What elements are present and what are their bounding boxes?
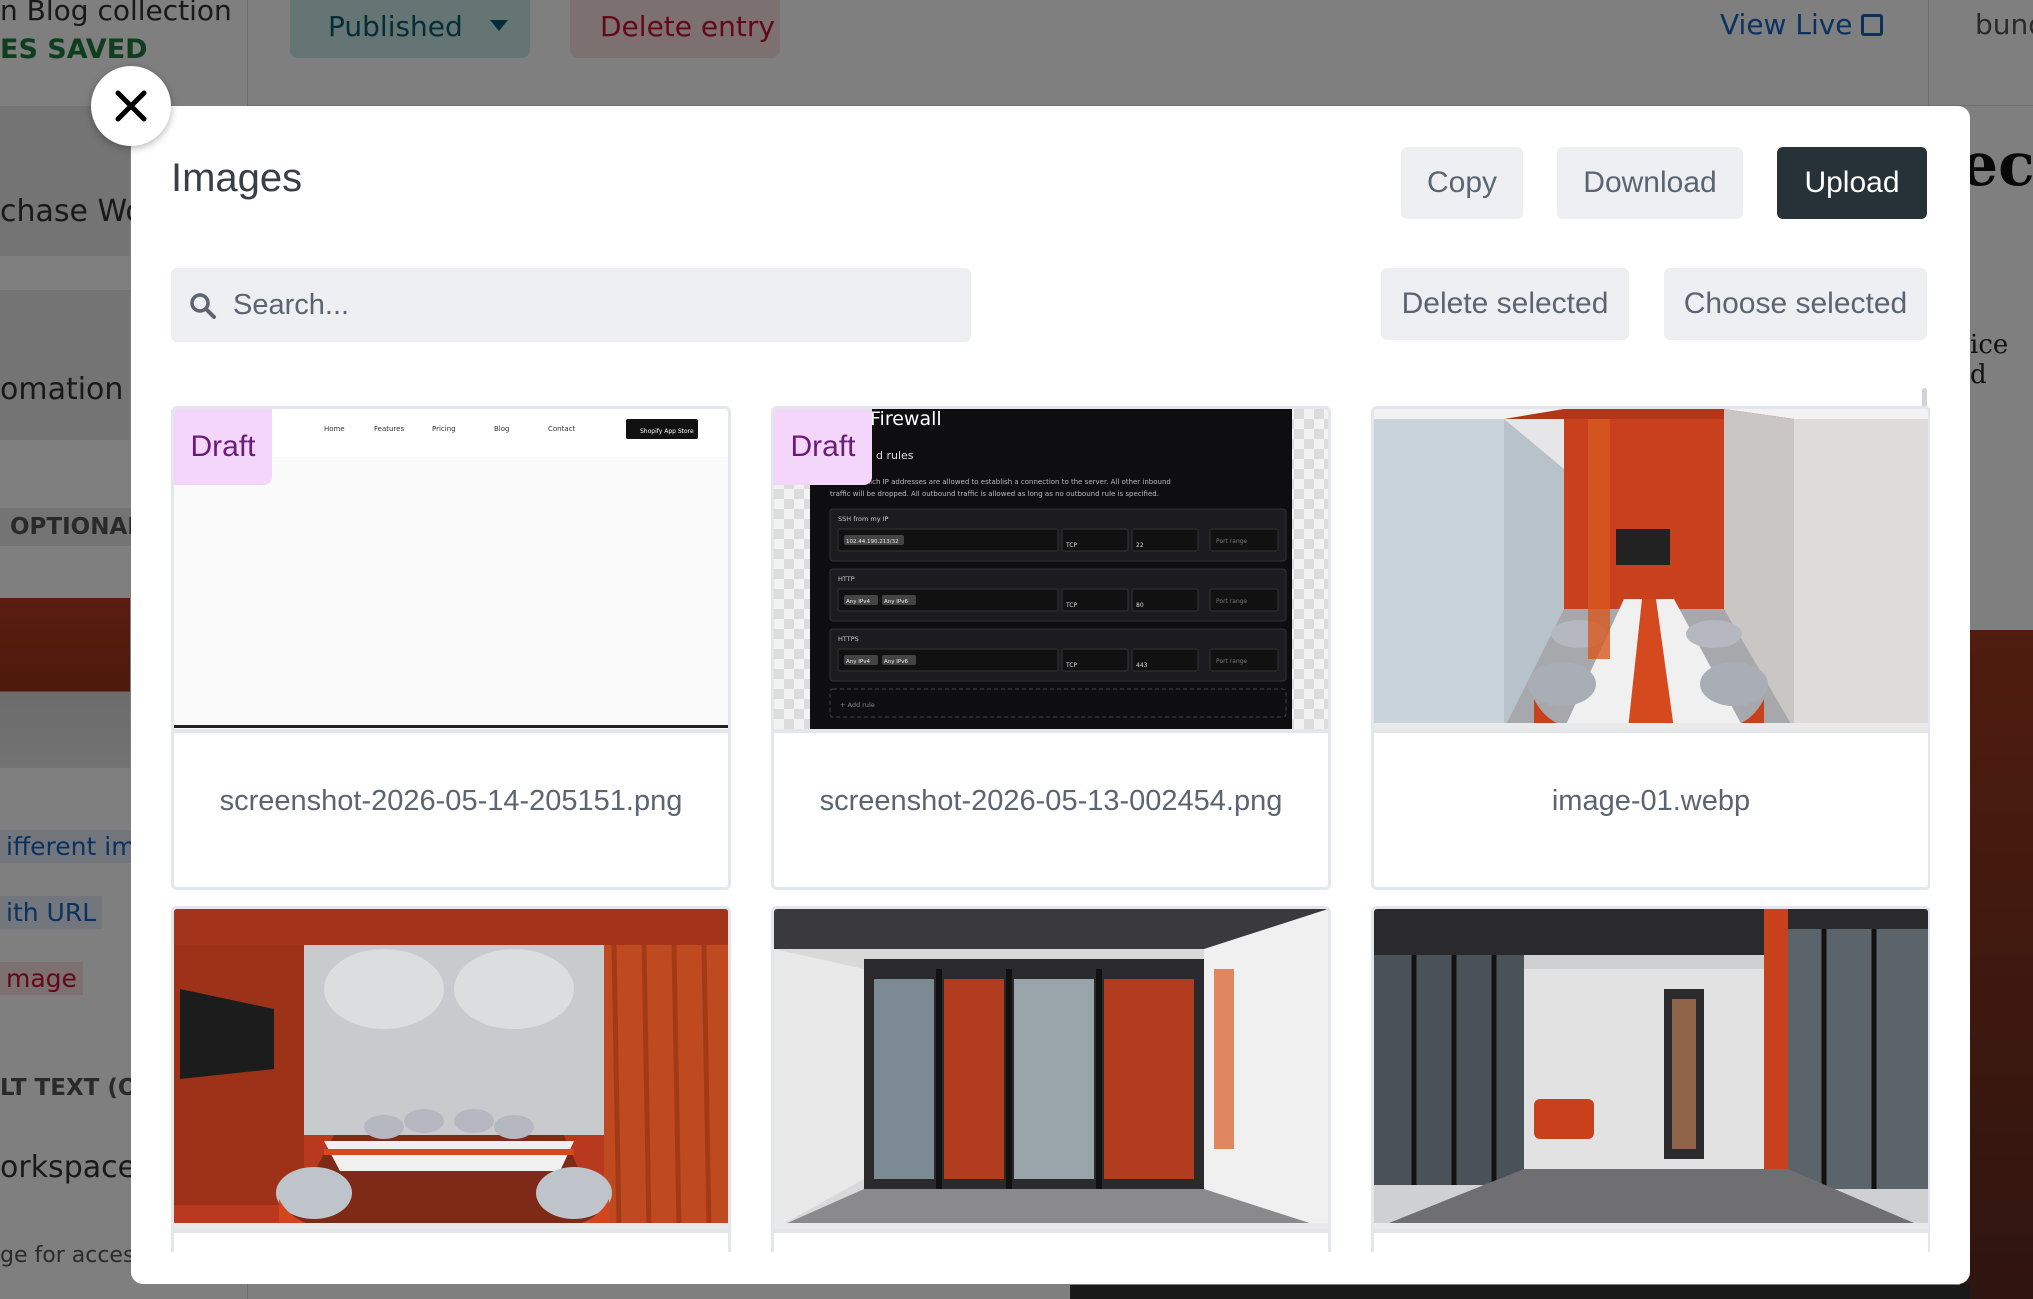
search-icon [190,293,216,319]
rule-ip: 102.44.190.213/32 [846,539,899,545]
rule-ipv4: Any IPv4 [846,599,870,605]
port-range-placeholder: Port range [1216,658,1248,665]
rule-ipv4: Any IPv4 [846,659,870,665]
delete-selected-button[interactable]: Delete selected [1381,268,1629,340]
card-divider [774,729,1328,733]
image-card[interactable] [1371,906,1930,1252]
search-box [171,268,971,342]
draft-badge: Draft [174,409,272,485]
image-card[interactable]: Firewall d rules s define which IP addre… [771,406,1331,890]
card-divider [174,1229,728,1233]
image-thumbnail [174,909,728,1229]
image-thumbnail [1374,909,1928,1229]
image-card[interactable] [771,906,1331,1252]
close-icon [115,90,147,122]
rule-name: HTTP [838,575,855,583]
card-divider [1374,729,1928,733]
close-modal-button[interactable] [91,66,171,146]
image-filename: image-01.webp [1551,785,1751,817]
image-grid: Home Features Pricing Blog Contact Shopi… [171,406,1930,1252]
thumb-nav-contact: Contact [548,425,575,433]
copy-button[interactable]: Copy [1401,147,1523,219]
image-card[interactable]: Home Features Pricing Blog Contact Shopi… [171,406,731,890]
search-input[interactable] [233,268,953,342]
thumb-nav-home: Home [324,425,345,433]
port-range-placeholder: Port range [1216,538,1248,545]
card-divider [174,729,728,733]
image-card[interactable] [171,906,731,1252]
firewall-subtitle: d rules [876,449,914,462]
add-rule-label: + Add rule [840,701,875,709]
firewall-title: Firewall [870,409,942,430]
rule-port: 80 [1136,602,1144,609]
thumb-app-store-button: Shopify App Store [640,428,694,435]
image-filename: screenshot-2026-05-13-002454.png [819,785,1283,817]
port-range-placeholder: Port range [1216,598,1248,605]
thumb-nav-features: Features [374,425,404,433]
thumb-nav-blog: Blog [494,425,509,433]
download-button[interactable]: Download [1557,147,1743,219]
image-card[interactable]: image-01.webp [1371,406,1930,890]
rule-ipv6: Any IPv6 [884,599,908,605]
thumb-nav-pricing: Pricing [432,425,456,433]
choose-selected-button[interactable]: Choose selected [1664,268,1927,340]
rule-ipv6: Any IPv6 [884,659,908,665]
draft-badge: Draft [774,409,872,485]
rule-protocol: TCP [1065,542,1078,549]
image-thumbnail [774,909,1328,1229]
firewall-description-2: traffic will be dropped. All outbound tr… [830,490,1159,498]
image-thumbnail [1374,409,1928,729]
rule-protocol: TCP [1065,662,1078,669]
rule-name: SSH from my IP [838,515,889,523]
image-filename: screenshot-2026-05-14-205151.png [219,785,683,817]
rule-port: 443 [1136,662,1148,669]
firewall-description-1: s define which IP addresses are allowed … [830,478,1171,486]
card-divider [774,1229,1328,1233]
modal-title: Images [171,156,303,200]
rule-protocol: TCP [1065,602,1078,609]
card-divider [1374,1229,1928,1233]
upload-button[interactable]: Upload [1777,147,1927,219]
images-modal: Images Copy Download Upload Delete selec… [131,106,1970,1284]
rule-port: 22 [1136,542,1144,549]
rule-name: HTTPS [838,635,859,643]
